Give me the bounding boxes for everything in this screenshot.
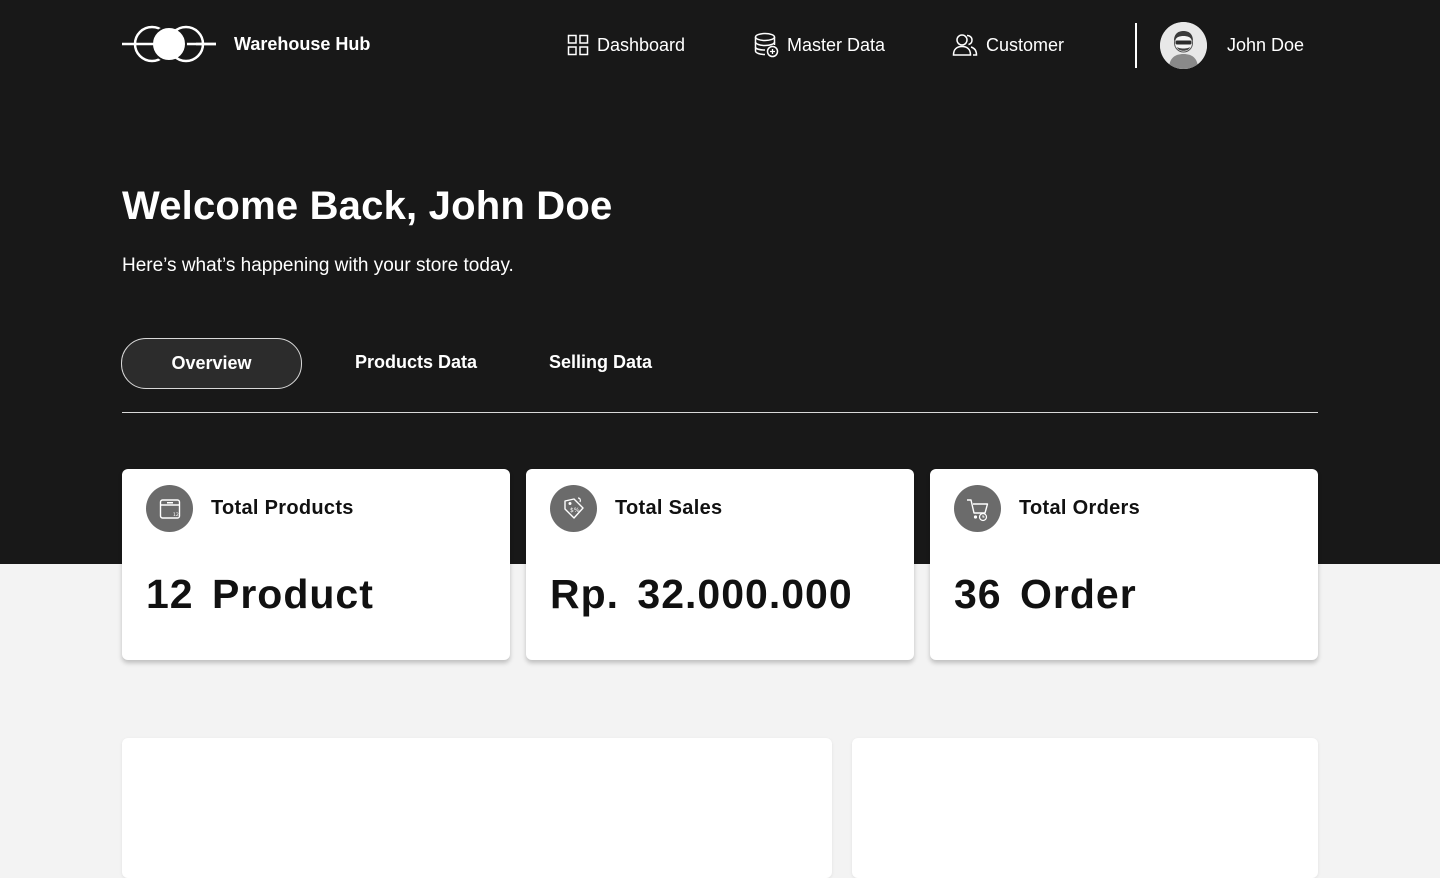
brand-name[interactable]: Warehouse Hub: [234, 34, 370, 55]
nav-divider: [1135, 23, 1137, 68]
tab-selling-data[interactable]: Selling Data: [549, 338, 652, 387]
stat-value: 36 Order: [954, 571, 1137, 617]
svg-text:$%: $%: [570, 507, 580, 514]
avatar-icon: [1160, 22, 1207, 69]
linked-circles-logo[interactable]: [122, 24, 216, 64]
page-subtitle: Here’s what’s happening with your store …: [122, 255, 514, 276]
svg-text:12: 12: [173, 512, 179, 518]
page-title: Welcome Back, John Doe: [122, 184, 613, 228]
box-icon: 12: [146, 485, 193, 532]
stat-title: Total Orders: [1019, 497, 1141, 519]
nav-master-data-label: Master Data: [787, 34, 886, 55]
stat-card-sales: $% Total Sales Rp. 32.000.000: [526, 469, 914, 660]
database-icon: [754, 32, 779, 58]
chart-panel-right: [852, 738, 1318, 878]
avatar[interactable]: [1160, 22, 1207, 69]
stat-card-products: 12 Total Products 12 Product: [122, 469, 510, 660]
grid-icon: [567, 34, 589, 56]
tab-overview[interactable]: Overview: [121, 338, 302, 389]
nav-dashboard[interactable]: Dashboard: [567, 31, 685, 59]
stat-card-orders: Total Orders 36 Order: [930, 469, 1318, 660]
nav-customer-label: Customer: [986, 34, 1065, 55]
users-icon: [952, 34, 978, 56]
stat-value: 12 Product: [146, 571, 374, 617]
cart-icon: [954, 485, 1001, 532]
tab-divider: [122, 412, 1318, 413]
chart-panel-left: [122, 738, 832, 878]
nav-customer[interactable]: Customer: [952, 31, 1064, 59]
stat-value: Rp. 32.000.000: [550, 571, 853, 617]
stat-title: Total Products: [211, 497, 354, 519]
stat-title: Total Sales: [615, 497, 723, 519]
nav-master-data[interactable]: Master Data: [754, 31, 885, 59]
nav-dashboard-label: Dashboard: [597, 34, 686, 55]
tab-products-data[interactable]: Products Data: [355, 338, 477, 387]
price-tag-icon: $%: [550, 485, 597, 532]
user-name[interactable]: John Doe: [1227, 35, 1304, 56]
